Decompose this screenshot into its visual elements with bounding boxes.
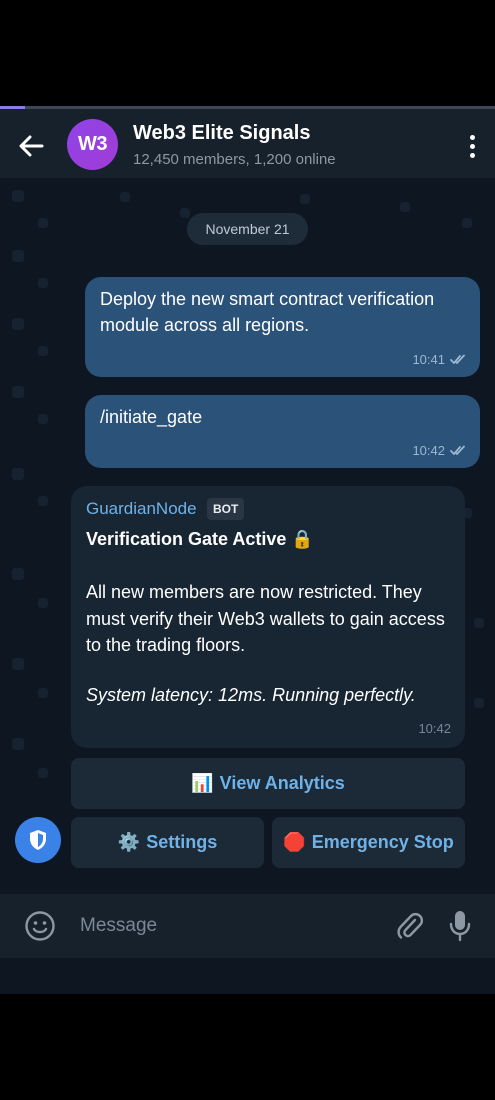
paperclip-icon[interactable] (396, 911, 424, 941)
emoji-icon[interactable] (24, 910, 56, 942)
message-time: 10:42 (418, 721, 451, 736)
chat-screen: W3 Web3 Elite Signals 12,450 members, 1,… (0, 106, 495, 994)
button-label: Emergency Stop (311, 832, 454, 852)
message-time: 10:41 (412, 352, 445, 367)
chat-member-count: 12,450 members, 1,200 online (133, 151, 336, 168)
chat-header: W3 Web3 Elite Signals 12,450 members, 1,… (0, 109, 495, 178)
bot-message-body: All new members are now restricted. They… (86, 582, 445, 655)
message-meta: 10:42 (412, 443, 466, 458)
message-list[interactable]: November 21 Deploy the new smart contrac… (0, 178, 495, 894)
message-composer (0, 894, 495, 958)
outgoing-message[interactable]: /initiate_gate 10:42 (85, 395, 480, 468)
read-checkmarks-icon (450, 354, 465, 364)
message-text: /initiate_gate (100, 407, 203, 427)
chat-title[interactable]: Web3 Elite Signals (133, 122, 310, 145)
message-time: 10:42 (412, 443, 445, 458)
message-meta: 10:41 (412, 352, 466, 367)
shield-button[interactable] (15, 817, 61, 863)
stop-sign-icon: 🛑 (283, 832, 306, 852)
chart-icon: 📊 (191, 773, 214, 793)
back-arrow-icon (19, 135, 44, 157)
microphone-icon[interactable] (447, 909, 473, 943)
gear-icon: ⚙️ (117, 832, 141, 852)
bot-badge: BOT (207, 498, 245, 520)
more-menu-button[interactable] (458, 129, 486, 163)
sender-name[interactable]: GuardianNode (86, 499, 197, 519)
outgoing-message[interactable]: Deploy the new smart contract verificati… (85, 277, 480, 377)
bottom-safe-area (0, 958, 495, 994)
read-checkmarks-icon (450, 445, 465, 455)
button-label: Settings (146, 832, 218, 852)
settings-button[interactable]: ⚙️ Settings (71, 817, 264, 868)
chat-avatar[interactable]: W3 (67, 119, 118, 170)
button-label: View Analytics (219, 773, 345, 793)
bot-message-footer: System latency: 12ms. Running perfectly. (86, 685, 416, 705)
back-button[interactable] (12, 127, 50, 165)
shield-icon (30, 830, 46, 850)
message-text: Deploy the new smart contract verificati… (100, 289, 435, 335)
bot-message[interactable]: GuardianNode BOT Verification Gate Activ… (71, 486, 465, 748)
more-vertical-icon (469, 134, 475, 140)
emergency-stop-button[interactable]: 🛑 Emergency Stop (272, 817, 465, 868)
bot-message-title: Verification Gate Active 🔒 (86, 529, 314, 549)
message-input[interactable] (80, 912, 370, 940)
date-separator: November 21 (187, 213, 308, 245)
view-analytics-button[interactable]: 📊 View Analytics (71, 758, 465, 809)
